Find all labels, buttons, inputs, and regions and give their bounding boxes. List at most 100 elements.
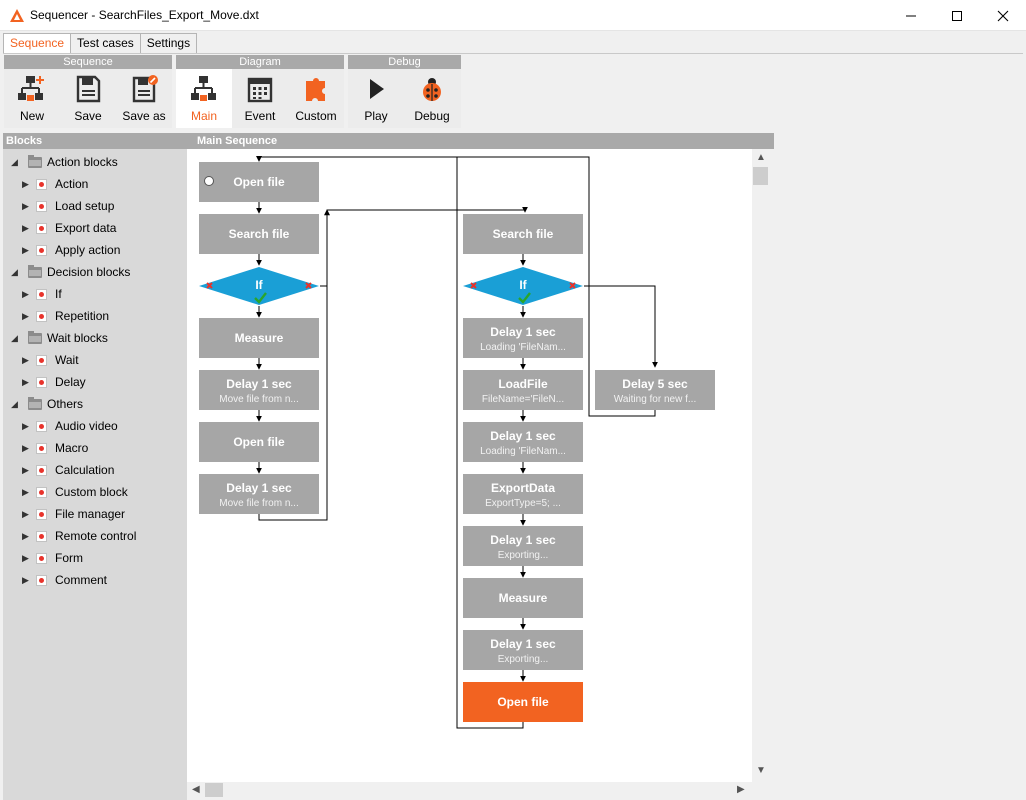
flow-block[interactable]: Delay 1 sec Move file from n...: [199, 474, 319, 514]
block-icon: [36, 421, 47, 432]
block-title: Delay 1 sec: [490, 325, 556, 339]
collapsed-arrow-icon[interactable]: ▶: [22, 283, 29, 305]
flow-block[interactable]: Delay 1 sec Exporting...: [463, 526, 583, 566]
flow-block[interactable]: Delay 1 sec Loading 'FileNam...: [463, 422, 583, 462]
block-icon: [36, 201, 47, 212]
custom-button[interactable]: Custom: [288, 69, 344, 128]
block-title: If: [255, 278, 263, 292]
collapsed-arrow-icon[interactable]: ▶: [22, 547, 29, 569]
tree-label: Calculation: [55, 463, 115, 477]
flow-block[interactable]: Search file: [463, 214, 583, 254]
ladybug-icon: [423, 78, 441, 101]
collapsed-arrow-icon[interactable]: ▶: [22, 195, 29, 217]
tree-folder[interactable]: ◢ Decision blocks: [3, 261, 187, 283]
maximize-button[interactable]: [934, 0, 980, 31]
collapsed-arrow-icon[interactable]: ▶: [22, 569, 29, 591]
tree-item[interactable]: ▶ Export data: [3, 217, 187, 239]
debug-button[interactable]: Debug: [404, 69, 460, 128]
collapsed-arrow-icon[interactable]: ▶: [22, 305, 29, 327]
collapsed-arrow-icon[interactable]: ▶: [22, 437, 29, 459]
tree-item[interactable]: ▶ Apply action: [3, 239, 187, 261]
scroll-up-icon[interactable]: ▲: [756, 152, 766, 163]
tree-item[interactable]: ▶ Wait: [3, 349, 187, 371]
collapsed-arrow-icon[interactable]: ▶: [22, 173, 29, 195]
horizontal-scrollbar[interactable]: ◀ ▶: [187, 782, 752, 798]
decision-block[interactable]: If: [463, 266, 583, 306]
sequence-canvas[interactable]: Open file Search file If Measure Delay 1 sec…: [187, 149, 752, 782]
block-icon: [36, 509, 47, 520]
collapsed-arrow-icon[interactable]: ▶: [22, 239, 29, 261]
active-flow-block[interactable]: Open file: [463, 682, 583, 722]
expanded-arrow-icon[interactable]: ◢: [11, 327, 18, 349]
tree-item[interactable]: ▶ Calculation: [3, 459, 187, 481]
block-subtitle: Loading 'FileNam...: [480, 446, 566, 457]
scroll-left-icon[interactable]: ◀: [192, 784, 200, 795]
tree-item[interactable]: ▶ Load setup: [3, 195, 187, 217]
collapsed-arrow-icon[interactable]: ▶: [22, 349, 29, 371]
block-subtitle: Exporting...: [497, 550, 549, 561]
flow-block[interactable]: Open file: [199, 162, 319, 202]
horizontal-scroll-thumb[interactable]: [205, 783, 223, 797]
flow-block[interactable]: Delay 5 sec Waiting for new f...: [595, 370, 715, 410]
tree-folder[interactable]: ◢ Action blocks: [3, 151, 187, 173]
tab-sequence[interactable]: Sequence: [3, 33, 72, 54]
block-title: Measure: [234, 331, 284, 345]
tab-settings[interactable]: Settings: [139, 33, 198, 53]
collapsed-arrow-icon[interactable]: ▶: [22, 415, 29, 437]
tree-item[interactable]: ▶ Delay: [3, 371, 187, 393]
tree-folder[interactable]: ◢ Wait blocks: [3, 327, 187, 349]
vertical-scrollbar[interactable]: ▲ ▼: [752, 149, 769, 782]
tree-item[interactable]: ▶ Action: [3, 173, 187, 195]
tree-item[interactable]: ▶ If: [3, 283, 187, 305]
expanded-arrow-icon[interactable]: ◢: [11, 151, 18, 173]
tree-item[interactable]: ▶ Macro: [3, 437, 187, 459]
expanded-arrow-icon[interactable]: ◢: [11, 393, 18, 415]
tree-item[interactable]: ▶ Comment: [3, 569, 187, 591]
main-diagram-button[interactable]: Main: [176, 69, 232, 128]
tree-item[interactable]: ▶ Remote control: [3, 525, 187, 547]
tree-folder[interactable]: ◢ Others: [3, 393, 187, 415]
event-button[interactable]: Event: [232, 69, 288, 128]
tree-item[interactable]: ▶ File manager: [3, 503, 187, 525]
flow-block[interactable]: ExportData ExportType=5; ...: [463, 474, 583, 514]
save-button[interactable]: Save: [60, 69, 116, 128]
flow-block[interactable]: LoadFile FileName='FileN...: [463, 370, 583, 410]
close-button[interactable]: [980, 0, 1026, 31]
vertical-scroll-thumb[interactable]: [753, 167, 768, 185]
play-button[interactable]: Play: [348, 69, 404, 128]
collapsed-arrow-icon[interactable]: ▶: [22, 503, 29, 525]
scroll-right-icon[interactable]: ▶: [737, 784, 745, 795]
flow-block[interactable]: Open file: [199, 422, 319, 462]
block-title: Delay 1 sec: [490, 637, 556, 651]
tree-item[interactable]: ▶ Form: [3, 547, 187, 569]
new-button[interactable]: New: [4, 69, 60, 128]
tab-test-cases[interactable]: Test cases: [70, 33, 141, 53]
collapsed-arrow-icon[interactable]: ▶: [22, 525, 29, 547]
decision-block[interactable]: If: [199, 266, 319, 306]
minimize-button[interactable]: [888, 0, 934, 31]
collapsed-arrow-icon[interactable]: ▶: [22, 371, 29, 393]
collapsed-arrow-icon[interactable]: ▶: [22, 217, 29, 239]
flow-block[interactable]: Delay 1 sec Move file from n...: [199, 370, 319, 410]
block-icon: [36, 245, 47, 256]
flow-block[interactable]: Delay 1 sec Exporting...: [463, 630, 583, 670]
collapsed-arrow-icon[interactable]: ▶: [22, 481, 29, 503]
tree-item[interactable]: ▶ Audio video: [3, 415, 187, 437]
flow-block[interactable]: Search file: [199, 214, 319, 254]
tree-item[interactable]: ▶ Repetition: [3, 305, 187, 327]
tree-item[interactable]: ▶ Custom block: [3, 481, 187, 503]
scroll-corner: [752, 782, 769, 798]
save-as-button[interactable]: Save as: [116, 69, 172, 128]
block-title: Open file: [497, 695, 549, 709]
new-button-label: New: [19, 109, 44, 123]
expanded-arrow-icon[interactable]: ◢: [11, 261, 18, 283]
tree-label: If: [55, 287, 62, 301]
tree-label: Custom block: [55, 485, 128, 499]
flow-block[interactable]: Delay 1 sec Loading 'FileNam...: [463, 318, 583, 358]
flow-block[interactable]: Measure: [463, 578, 583, 618]
collapsed-arrow-icon[interactable]: ▶: [22, 459, 29, 481]
block-title: If: [519, 278, 527, 292]
scroll-down-icon[interactable]: ▼: [756, 765, 766, 776]
tree-label: Wait: [55, 353, 79, 367]
flow-block[interactable]: Measure: [199, 318, 319, 358]
